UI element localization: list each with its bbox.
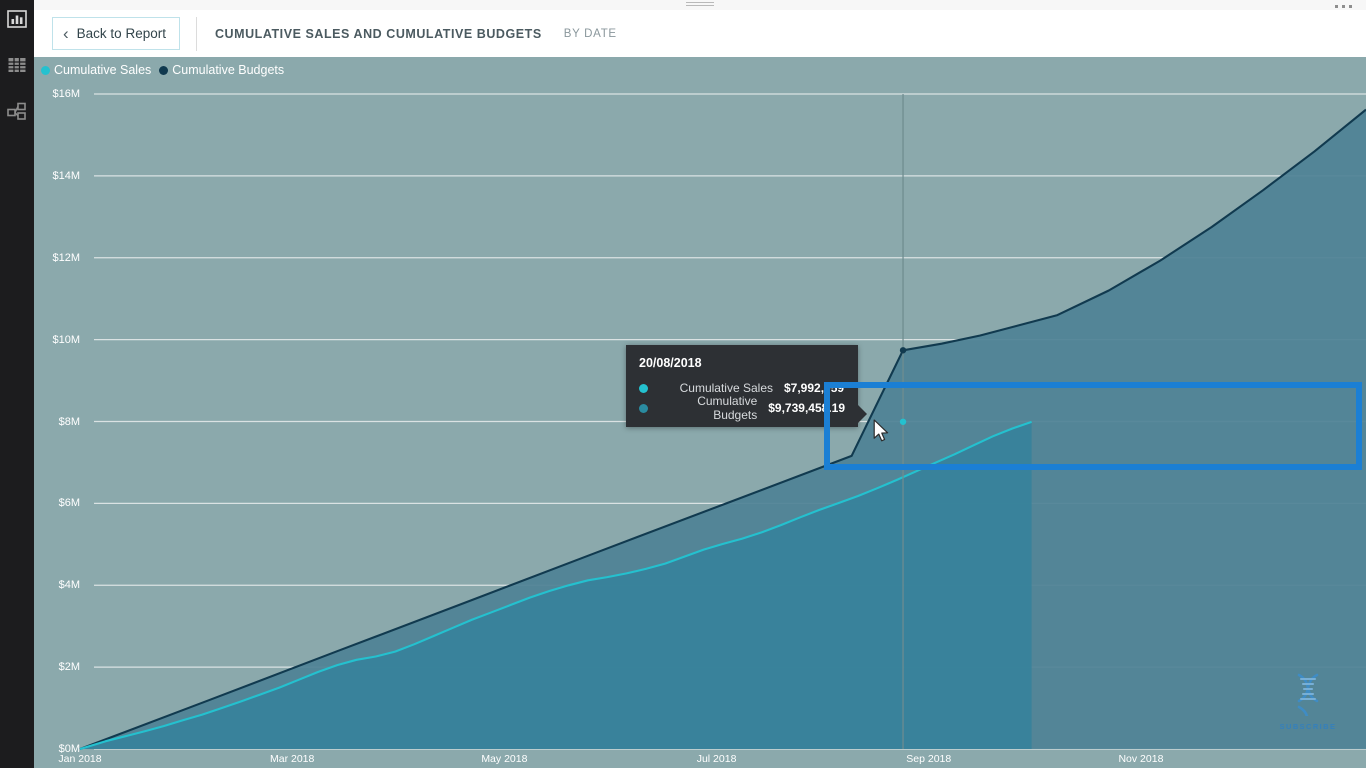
report-bar-chart-icon: [6, 8, 28, 30]
x-axis-tick-label: Jan 2018: [58, 753, 102, 765]
more-options-button[interactable]: [1333, 1, 1354, 12]
data-table-icon: [6, 54, 28, 76]
tooltip-row-budgets: Cumulative Budgets $9,739,458.19: [639, 394, 845, 422]
left-navigation-rail: [0, 0, 34, 768]
tooltip-series-label: Cumulative Sales: [679, 381, 773, 395]
x-axis-tick-label: May 2018: [481, 753, 528, 765]
focus-mode-header: ‹ Back to Report CUMULATIVE SALES AND CU…: [34, 10, 1366, 57]
legend-label: Cumulative Sales: [54, 63, 152, 77]
tooltip-series-label: Cumulative Budgets: [697, 394, 758, 422]
mouse-cursor: [873, 419, 890, 449]
chart-legend: Cumulative Sales Cumulative Budgets: [41, 63, 284, 77]
watermark-text: SUBSCRIBE: [1279, 722, 1337, 731]
visual-title: CUMULATIVE SALES AND CUMULATIVE BUDGETS: [214, 26, 542, 41]
x-axis-tick-label: Jul 2018: [696, 753, 737, 765]
tooltip-swatch-icon: [639, 403, 648, 413]
tooltip-arrow: [857, 404, 867, 424]
header-divider: [195, 16, 197, 51]
subscribe-watermark: SUBSCRIBE: [1272, 670, 1344, 735]
legend-swatch-icon: [159, 65, 169, 75]
grip-line: [686, 5, 714, 6]
grip-line: [686, 2, 714, 3]
dna-helix-icon: [1297, 673, 1319, 735]
y-axis-tick-label: $2M: [58, 661, 80, 674]
sidebar-item-report-view[interactable]: [4, 6, 30, 32]
x-axis-tick-label: Nov 2018: [1118, 753, 1164, 765]
ellipsis-dot-icon: [1335, 5, 1338, 8]
y-axis-tick-label: $6M: [58, 497, 80, 510]
y-axis-tick-label: $4M: [58, 579, 80, 592]
power-bi-focus-view: ‹ Back to Report CUMULATIVE SALES AND CU…: [0, 0, 1366, 768]
x-axis-tick-label: Sep 2018: [906, 753, 952, 765]
legend-item-cumulative-budgets[interactable]: Cumulative Budgets: [159, 63, 284, 77]
chart-tooltip: 20/08/2018 Cumulative Sales $7,992,959 C…: [626, 345, 867, 427]
legend-label: Cumulative Budgets: [172, 63, 285, 77]
visual-subtitle: BY DATE: [563, 27, 617, 40]
y-axis-tick-label: $8M: [58, 415, 80, 428]
tooltip-series-value: $9,739,458.19: [768, 401, 845, 415]
chart-canvas[interactable]: Cumulative Sales Cumulative Budgets $0M $…: [34, 57, 1366, 768]
sidebar-item-model-view[interactable]: [4, 98, 30, 124]
back-to-report-button[interactable]: ‹ Back to Report: [52, 17, 180, 50]
window-grip-handle[interactable]: [686, 2, 714, 8]
y-axis-tick-label: $14M: [52, 169, 80, 182]
back-to-report-label: Back to Report: [76, 26, 166, 41]
sidebar-item-data-view[interactable]: [4, 52, 30, 78]
ellipsis-dot-icon: [1349, 5, 1352, 8]
model-relationships-icon: [6, 100, 28, 122]
tooltip-series-value: $7,992,959: [784, 381, 845, 395]
legend-swatch-icon: [41, 65, 50, 75]
ellipsis-dot-icon: [1342, 5, 1345, 8]
y-axis-tick-label: $16M: [52, 88, 80, 100]
y-axis-tick-label: $10M: [52, 333, 80, 346]
y-axis-tick-label: $12M: [52, 251, 80, 264]
tooltip-date: 20/08/2018: [639, 356, 702, 370]
tooltip-swatch-icon: [639, 383, 648, 393]
x-axis-tick-label: Mar 2018: [270, 753, 315, 765]
chevron-left-icon: ‹: [63, 24, 69, 43]
legend-item-cumulative-sales[interactable]: Cumulative Sales: [41, 63, 151, 77]
